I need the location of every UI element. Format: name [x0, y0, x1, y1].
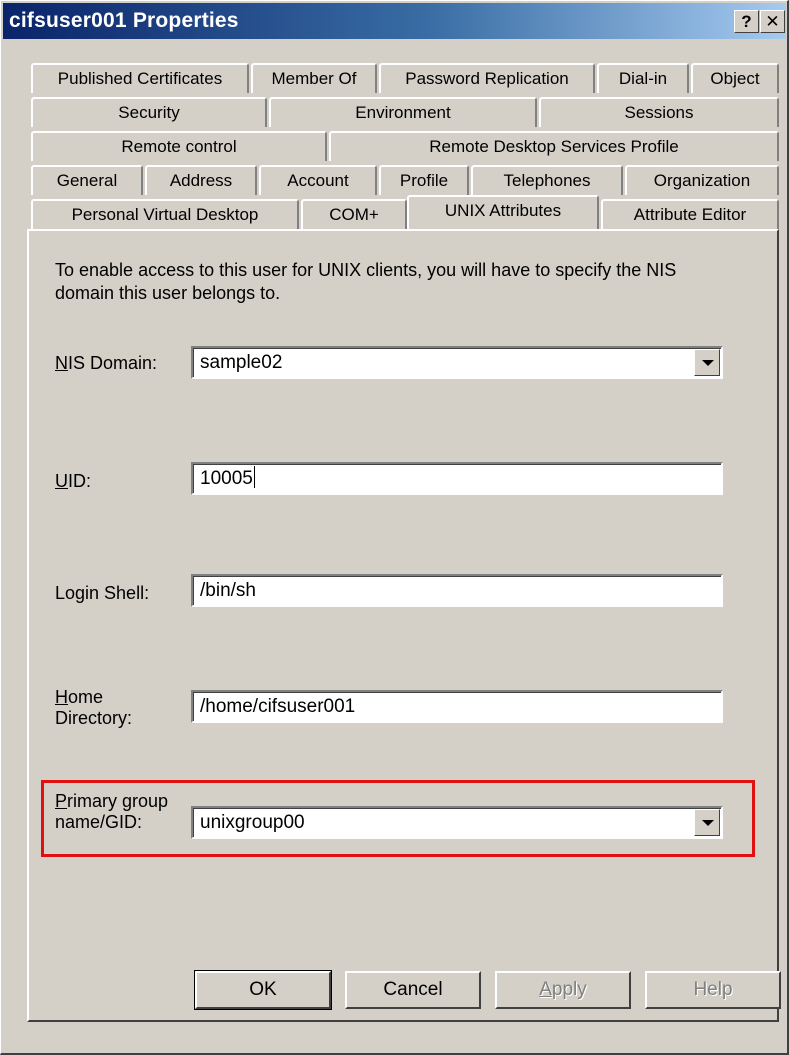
uid-value: 10005 — [200, 468, 253, 489]
window-title: cifsuser001 Properties — [9, 9, 239, 32]
tab-attribute-editor[interactable]: Attribute Editor — [601, 199, 779, 229]
home-directory-value: /home/cifsuser001 — [200, 696, 356, 717]
nis-domain-select[interactable]: sample02 — [191, 346, 723, 379]
tab-address[interactable]: Address — [145, 165, 257, 195]
nis-domain-label: NIS Domain: — [55, 353, 158, 373]
tab-published-certificates[interactable]: Published Certificates — [31, 63, 249, 93]
nis-domain-value: sample02 — [200, 352, 283, 373]
tab-general[interactable]: General — [31, 165, 143, 195]
uid-input[interactable]: 10005 — [191, 462, 723, 495]
text-cursor — [253, 466, 255, 488]
tab-unix-attributes[interactable]: UNIX Attributes — [407, 195, 599, 229]
title-bar[interactable]: cifsuser001 Properties ? ✕ — [3, 3, 786, 39]
tab-com-plus[interactable]: COM+ — [301, 199, 407, 229]
help-question-icon[interactable]: ? — [734, 10, 759, 33]
properties-dialog: cifsuser001 Properties ? ✕ Published Cer… — [0, 0, 789, 1055]
tab-remote-desktop-services-profile[interactable]: Remote Desktop Services Profile — [329, 131, 779, 161]
tab-password-replication[interactable]: Password Replication — [379, 63, 595, 93]
tab-remote-control[interactable]: Remote control — [31, 131, 327, 161]
tab-dial-in[interactable]: Dial-in — [597, 63, 689, 93]
highlight-box — [41, 780, 755, 857]
ok-button[interactable]: OK — [194, 970, 332, 1010]
panel-description: To enable access to this user for UNIX c… — [55, 260, 677, 303]
tab-account[interactable]: Account — [259, 165, 377, 195]
close-icon[interactable]: ✕ — [760, 10, 785, 33]
help-button[interactable]: Help — [645, 971, 781, 1009]
login-shell-label: Login Shell: — [55, 583, 150, 603]
tab-environment[interactable]: Environment — [269, 97, 537, 127]
tab-member-of[interactable]: Member Of — [251, 63, 377, 93]
tab-organization[interactable]: Organization — [625, 165, 779, 195]
apply-button[interactable]: Apply — [495, 971, 631, 1009]
chevron-down-icon[interactable] — [694, 349, 720, 376]
cancel-button[interactable]: Cancel — [345, 971, 481, 1009]
tab-personal-virtual-desktop[interactable]: Personal Virtual Desktop — [31, 199, 299, 229]
tab-security[interactable]: Security — [31, 97, 267, 127]
tab-profile[interactable]: Profile — [379, 165, 469, 195]
home-directory-label: Home Directory: — [55, 687, 133, 728]
home-directory-input[interactable]: /home/cifsuser001 — [191, 690, 723, 723]
tab-object[interactable]: Object — [691, 63, 779, 93]
tab-sessions[interactable]: Sessions — [539, 97, 779, 127]
login-shell-input[interactable]: /bin/sh — [191, 574, 723, 607]
tab-telephones[interactable]: Telephones — [471, 165, 623, 195]
login-shell-value: /bin/sh — [200, 580, 256, 601]
uid-label: UID: — [55, 471, 92, 491]
